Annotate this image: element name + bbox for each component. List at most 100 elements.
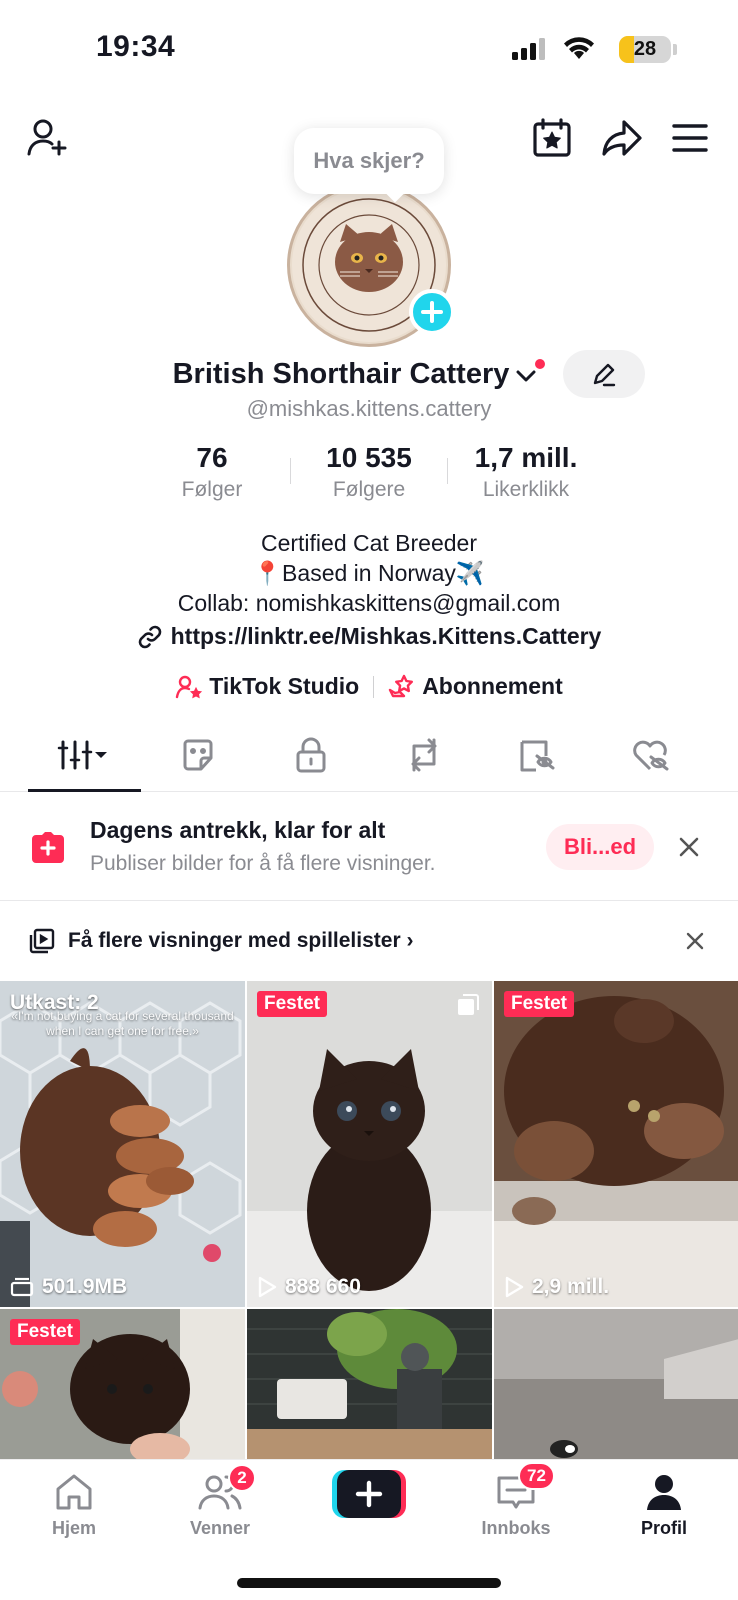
video-thumbnail[interactable]: [247, 1309, 492, 1459]
video-meta: 888 660: [257, 1275, 361, 1299]
video-meta: 501.9MB: [10, 1275, 127, 1299]
profile-name[interactable]: British Shorthair Cattery: [173, 358, 510, 391]
promo-title: Dagens antrekk, klar for alt: [90, 817, 386, 843]
stat-likes-label: Likerklikk: [482, 478, 570, 501]
nav-home-label: Hjem: [51, 1518, 96, 1538]
nav-home[interactable]: Hjem: [14, 1472, 134, 1539]
edit-profile-button[interactable]: [563, 350, 646, 398]
share-icon[interactable]: [596, 112, 648, 164]
calendar-star-icon[interactable]: [526, 112, 578, 164]
nav-profile[interactable]: Profil: [604, 1472, 724, 1539]
drafts-icon: [10, 1277, 34, 1297]
stat-following[interactable]: 76 Følger: [134, 442, 290, 502]
star-hand-icon: [388, 674, 414, 697]
home-icon: [56, 1474, 92, 1510]
profile-handle: @mishkas.kittens.cattery: [246, 396, 492, 421]
stat-followers-label: Følgere: [332, 478, 406, 501]
stat-following-value: 76: [196, 442, 228, 473]
play-icon: [505, 1276, 524, 1298]
pinned-badge: Festet: [257, 991, 327, 1017]
pinned-badge: Festet: [10, 1319, 80, 1345]
add-avatar-button[interactable]: [409, 289, 455, 335]
home-indicator: [237, 1578, 501, 1588]
profile-link[interactable]: https://linktr.ee/Mishkas.Kittens.Catter…: [0, 623, 738, 650]
friends-badge: 2: [228, 1464, 256, 1492]
play-icon: [258, 1276, 277, 1298]
tab-tagged[interactable]: [480, 718, 593, 791]
playlist-banner-text: Få flere visninger med spillelister ›: [68, 929, 414, 952]
tab-private[interactable]: [254, 718, 367, 791]
chevron-down-icon[interactable]: [515, 357, 548, 383]
favorites-sticker-icon: [183, 739, 212, 770]
nav-inbox[interactable]: 72 Innboks: [456, 1462, 576, 1539]
tab-reposts[interactable]: [367, 718, 480, 791]
status-bubble[interactable]: Hva skjer?: [294, 128, 444, 194]
bio-line: 📍Based in Norway✈️: [253, 560, 485, 586]
wifi-icon: [562, 35, 596, 61]
promo-banner: Dagens antrekk, klar for alt Publiser bi…: [0, 793, 738, 901]
tiktok-studio-label: TikTok Studio: [209, 673, 360, 699]
close-icon[interactable]: [686, 932, 704, 950]
stat-followers[interactable]: 10 535 Følgere: [291, 442, 447, 502]
playlist-icon: [29, 928, 55, 954]
video-thumbnail[interactable]: [494, 1309, 738, 1459]
bio-line: Collab: nomishkaskittens@gmail.com: [177, 590, 561, 616]
view-count: 888 660: [285, 1275, 361, 1298]
stat-likes[interactable]: 1,7 mill. Likerklikk: [448, 442, 604, 502]
add-friend-icon[interactable]: [22, 112, 74, 164]
subscription-button[interactable]: Abonnement: [388, 673, 563, 700]
link-icon: [138, 625, 161, 648]
stat-following-label: Følger: [181, 478, 243, 501]
video-thumbnail-draft[interactable]: Utkast: 2 «I'm not buying a cat for seve…: [0, 981, 245, 1307]
creator-tools-row: TikTok Studio Abonnement: [0, 673, 738, 700]
profile-bio: Certified Cat Breeder 📍Based in Norway✈️…: [0, 528, 738, 618]
cellular-signal-icon: [512, 38, 548, 60]
tab-favorites[interactable]: [141, 718, 254, 791]
bio-line: Certified Cat Breeder: [260, 530, 478, 556]
battery-indicator: 28: [619, 36, 671, 63]
video-thumbnail[interactable]: Festet 888 660: [247, 981, 492, 1307]
tab-videos[interactable]: [28, 718, 141, 792]
carousel-icon: [456, 993, 480, 1017]
notification-dot: [533, 357, 548, 371]
status-time: 19:34: [96, 30, 176, 63]
nav-profile-label: Profil: [640, 1518, 687, 1538]
lock-icon: [296, 737, 325, 772]
playlist-banner[interactable]: Få flere visninger med spillelister ›: [0, 902, 738, 980]
tagged-icon: [520, 740, 554, 771]
view-count: 2,9 mill.: [532, 1275, 610, 1298]
video-thumbnail[interactable]: Festet 2,9 mill.: [494, 981, 738, 1307]
nav-friends-label: Venner: [189, 1518, 251, 1538]
profile-icon: [647, 1475, 681, 1510]
close-icon[interactable]: [678, 836, 700, 858]
subscription-label: Abonnement: [422, 673, 563, 699]
tools-divider: [373, 675, 375, 698]
tab-liked[interactable]: [593, 718, 706, 791]
pencil-icon: [594, 363, 616, 387]
repost-icon: [411, 738, 436, 771]
stat-likes-value: 1,7 mill.: [474, 442, 578, 473]
menu-icon[interactable]: [664, 112, 716, 164]
camera-plus-icon: [32, 831, 64, 863]
tiktok-studio-button[interactable]: TikTok Studio: [175, 673, 359, 700]
battery-level: 28: [633, 38, 657, 60]
promo-action-button[interactable]: Bli...ed: [546, 823, 654, 870]
battery-tip: [673, 44, 677, 55]
nav-friends[interactable]: 2 Venner: [160, 1464, 280, 1539]
video-thumbnail[interactable]: Festet: [0, 1309, 245, 1459]
video-meta: 2,9 mill.: [504, 1275, 609, 1299]
inbox-badge: 72: [518, 1462, 555, 1490]
video-grid: Utkast: 2 «I'm not buying a cat for seve…: [0, 981, 738, 1459]
promo-subtitle: Publiser bilder for å få flere visninger…: [90, 852, 436, 875]
create-button[interactable]: [332, 1470, 406, 1518]
videos-grid-icon: [57, 740, 107, 769]
video-caption: «I'm not buying a cat for several thousa…: [11, 1009, 234, 1038]
profile-name-row: British Shorthair Cattery: [0, 350, 738, 398]
person-star-icon: [176, 675, 203, 698]
profile-link-text: https://linktr.ee/Mishkas.Kittens.Catter…: [170, 623, 602, 649]
profile-stats: 76 Følger 10 535 Følgere 1,7 mill. Liker…: [134, 442, 604, 502]
pinned-badge: Festet: [504, 991, 574, 1017]
draft-size: 501.9MB: [42, 1275, 128, 1298]
profile-tabs: [0, 718, 738, 792]
liked-heart-icon: [632, 740, 668, 770]
